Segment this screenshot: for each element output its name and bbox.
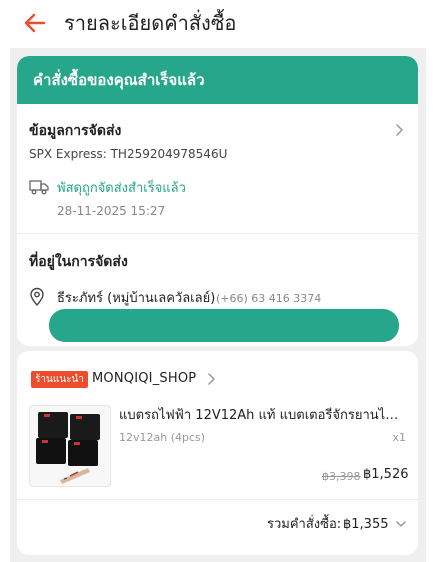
section-divider: [17, 233, 418, 234]
recipient-name: ธีระภัทร์ (หมู่บ้านเลควัลเลย์): [57, 291, 216, 306]
back-arrow-icon[interactable]: [22, 10, 48, 36]
delivery-timestamp: 28-11-2025 15:27: [57, 204, 166, 218]
order-total-label: รวมคำสั่งซื้อ:: [267, 517, 342, 532]
chevron-right-icon[interactable]: [395, 123, 405, 137]
section-divider: [17, 499, 418, 500]
address-redacted-bar: [49, 309, 399, 342]
address-title: ที่อยู่ในการจัดส่ง: [29, 254, 128, 270]
battery-pack-image: [36, 412, 100, 484]
success-banner: คำสั่งซื้อของคุณสำเร็จแล้ว: [17, 56, 418, 104]
app-header: รายละเอียดคำสั่งซื้อ: [0, 0, 433, 48]
shop-name[interactable]: MONQIQI_SHOP: [92, 370, 196, 388]
recipient-phone: (+66) 63 416 3374: [216, 292, 322, 305]
order-status-card: คำสั่งซื้อของคุณสำเร็จแล้ว ข้อมูลการจัดส…: [17, 56, 418, 346]
location-pin-icon: [30, 287, 44, 306]
truck-icon: [29, 180, 49, 195]
tracking-number: SPX Express: TH259204978546U: [29, 147, 228, 161]
delivery-status[interactable]: พัสดุถูกจัดส่งสำเร็จแล้ว: [57, 180, 186, 197]
preferred-shop-badge: ร้านแนะนำ: [31, 371, 88, 388]
product-quantity: x1: [392, 431, 406, 444]
product-title[interactable]: แบตรถไฟฟ้า 12V12Ah แท้ แบตเตอรี่จักรยานไ…: [119, 407, 407, 425]
shipping-info-title[interactable]: ข้อมูลการจัดส่ง: [29, 122, 121, 140]
chevron-down-icon[interactable]: [395, 519, 407, 529]
order-items-card: ร้านแนะนำ MONQIQI_SHOP แบตรถไฟฟ้า 12V12A…: [17, 351, 418, 555]
order-total-value: ฿1,355: [343, 517, 389, 532]
page-title: รายละเอียดคำสั่งซื้อ: [64, 11, 237, 35]
product-image[interactable]: [29, 405, 111, 487]
shop-chevron-icon[interactable]: [207, 372, 217, 386]
original-price: ฿3,398: [322, 470, 361, 483]
sale-price: ฿1,526: [363, 467, 409, 482]
success-message: คำสั่งซื้อของคุณสำเร็จแล้ว: [33, 71, 205, 89]
product-variant: 12v12ah (4pcs): [119, 431, 206, 444]
